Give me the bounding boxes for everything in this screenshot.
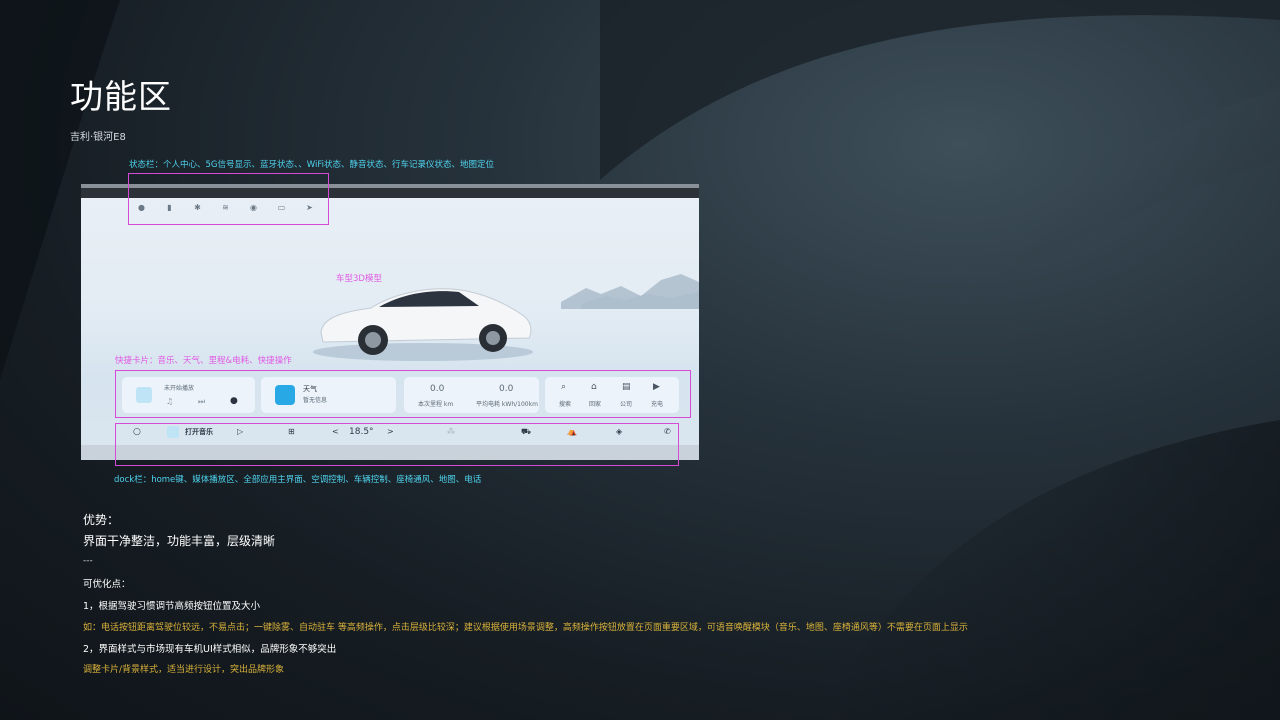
pros-heading: 优势：	[83, 513, 120, 527]
quick-cards-highlight-box	[115, 370, 691, 418]
improve-item-1: 1，根据驾驶习惯调节高频按钮位置及大小	[83, 601, 261, 612]
improve-item-2: 2，界面样式与市场现有车机UI样式相似，品牌形象不够突出	[83, 644, 337, 655]
page-subtitle: 吉利·银河E8	[70, 132, 126, 143]
page-title: 功能区	[70, 77, 172, 116]
statusbar-highlight-box	[128, 173, 329, 225]
quick-cards-annotation: 快捷卡片：音乐、天气、里程&电耗、快捷操作	[115, 356, 292, 366]
statusbar-annotation: 状态栏：个人中心、5G信号显示、蓝牙状态、、WiFi状态、静音状态、行车记录仪状…	[129, 160, 494, 170]
pros-text: 界面干净整洁，功能丰富，层级清晰	[83, 534, 276, 548]
dock-highlight-box	[115, 423, 679, 466]
car-3d-model	[313, 288, 533, 361]
improve-item-1-detail: 如：电话按钮距离驾驶位较远，不易点击；一键除雾、自动驻车 等高频操作，点击层级比…	[83, 623, 968, 633]
divider: ---	[83, 556, 93, 566]
car-model-annotation: 车型3D模型	[336, 274, 382, 284]
improve-item-2-detail: 调整卡片/背景样式，适当进行设计，突出品牌形象	[83, 665, 285, 675]
mountain-graphic	[561, 274, 699, 309]
dock-annotation: dock栏：home键、媒体播放区、全部应用主界面、空调控制、车辆控制、座椅通风…	[114, 475, 482, 485]
improve-heading: 可优化点：	[83, 579, 131, 590]
car-screen-screenshot: ● ▮ ✱ ≋ ◉ ▭ ➤ 未开始播放 ♫ ⏭ ● 天气 暂无信息 0.0 本次…	[81, 184, 699, 460]
